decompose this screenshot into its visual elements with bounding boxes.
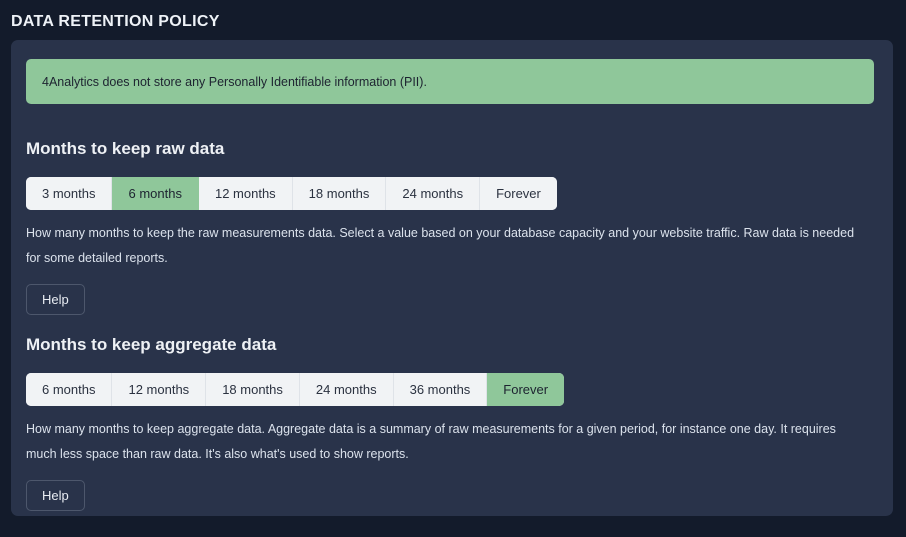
raw-data-heading: Months to keep raw data xyxy=(26,139,225,158)
aggregate-data-option-group[interactable]: 6 months 12 months 18 months 24 months 3… xyxy=(26,373,565,406)
aggregate-data-help-button[interactable]: Help xyxy=(26,480,85,511)
raw-data-option-12-months[interactable]: 12 months xyxy=(198,177,293,210)
raw-data-option-3-months[interactable]: 3 months xyxy=(26,177,113,210)
page-title: DATA RETENTION POLICY xyxy=(11,13,220,30)
aggregate-data-option-36-months[interactable]: 36 months xyxy=(393,373,488,406)
raw-data-option-group[interactable]: 3 months 6 months 12 months 18 months 24… xyxy=(26,177,557,210)
aggregate-data-option-6-months[interactable]: 6 months xyxy=(26,373,113,406)
aggregate-data-option-12-months[interactable]: 12 months xyxy=(112,373,207,406)
raw-data-description: How many months to keep the raw measurem… xyxy=(26,226,855,265)
raw-data-option-6-months[interactable]: 6 months xyxy=(112,177,199,210)
raw-data-option-24-months[interactable]: 24 months xyxy=(386,177,481,210)
aggregate-data-option-24-months[interactable]: 24 months xyxy=(299,373,394,406)
aggregate-data-retention-section: Months to keep aggregate data 6 months 1… xyxy=(26,334,876,511)
aggregate-data-option-18-months[interactable]: 18 months xyxy=(206,373,300,406)
aggregate-data-description: How many months to keep aggregate data. … xyxy=(26,422,836,461)
raw-data-retention-section: Months to keep raw data 3 months 6 month… xyxy=(26,138,876,315)
aggregate-data-heading: Months to keep aggregate data xyxy=(26,335,277,354)
pii-notice-text: 4Analytics does not store any Personally… xyxy=(42,74,427,89)
pii-notice-alert: 4Analytics does not store any Personally… xyxy=(26,59,874,104)
raw-data-help-button[interactable]: Help xyxy=(26,284,85,315)
aggregate-data-option-forever[interactable]: Forever xyxy=(487,373,565,406)
settings-card: 4Analytics does not store any Personally… xyxy=(11,40,893,516)
raw-data-option-18-months[interactable]: 18 months xyxy=(292,177,387,210)
raw-data-option-forever[interactable]: Forever xyxy=(480,177,557,210)
